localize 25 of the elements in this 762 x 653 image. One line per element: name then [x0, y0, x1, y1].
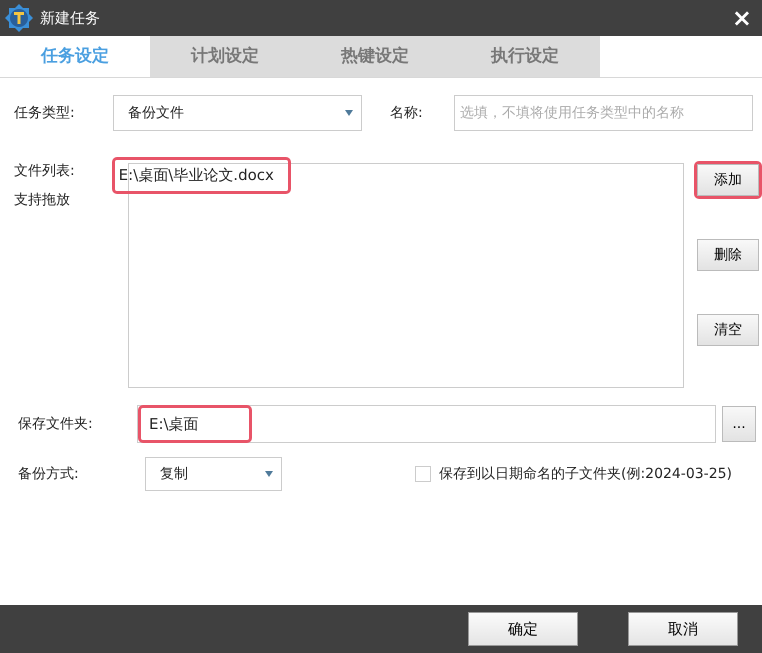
- drag-drop-hint: 支持拖放: [14, 191, 71, 210]
- list-action-button[interactable]: 删除: [697, 239, 759, 271]
- list-action-button[interactable]: 添加: [697, 164, 759, 196]
- window-title: 新建任务: [40, 8, 100, 29]
- save-folder-field[interactable]: E:\桌面: [137, 405, 716, 443]
- caret-icon: [345, 110, 353, 116]
- dialog-button[interactable]: 取消: [628, 612, 738, 646]
- list-action-button[interactable]: 清空: [697, 314, 759, 346]
- folder-path: E:\桌面: [148, 414, 200, 435]
- field-label: 备份方式:: [18, 464, 80, 484]
- field-label: 名称:: [390, 104, 424, 122]
- browse-button[interactable]: ...: [722, 406, 756, 442]
- close-button[interactable]: ×: [732, 6, 752, 30]
- name-input-field[interactable]: 选填，不填将使用任务类型中的名称: [454, 95, 753, 131]
- field-label: 任务类型:: [14, 104, 76, 122]
- file-list-box[interactable]: E:\桌面\毕业论文.docx: [112, 157, 684, 388]
- file-path[interactable]: E:\桌面\毕业论文.docx: [114, 160, 288, 190]
- dialog-button[interactable]: 确定: [468, 612, 578, 646]
- checkbox-label: 保存到以日期命名的子文件夹(例:2024-03-25): [439, 464, 732, 484]
- checkbox[interactable]: [415, 466, 431, 482]
- caret-icon: [265, 471, 273, 477]
- task-type-dropdown[interactable]: 备份文件: [113, 95, 362, 131]
- app-logo-icon: [4, 3, 34, 33]
- field-label: 保存文件夹:: [18, 414, 94, 434]
- backup-mode-dropdown[interactable]: 复制: [145, 457, 282, 491]
